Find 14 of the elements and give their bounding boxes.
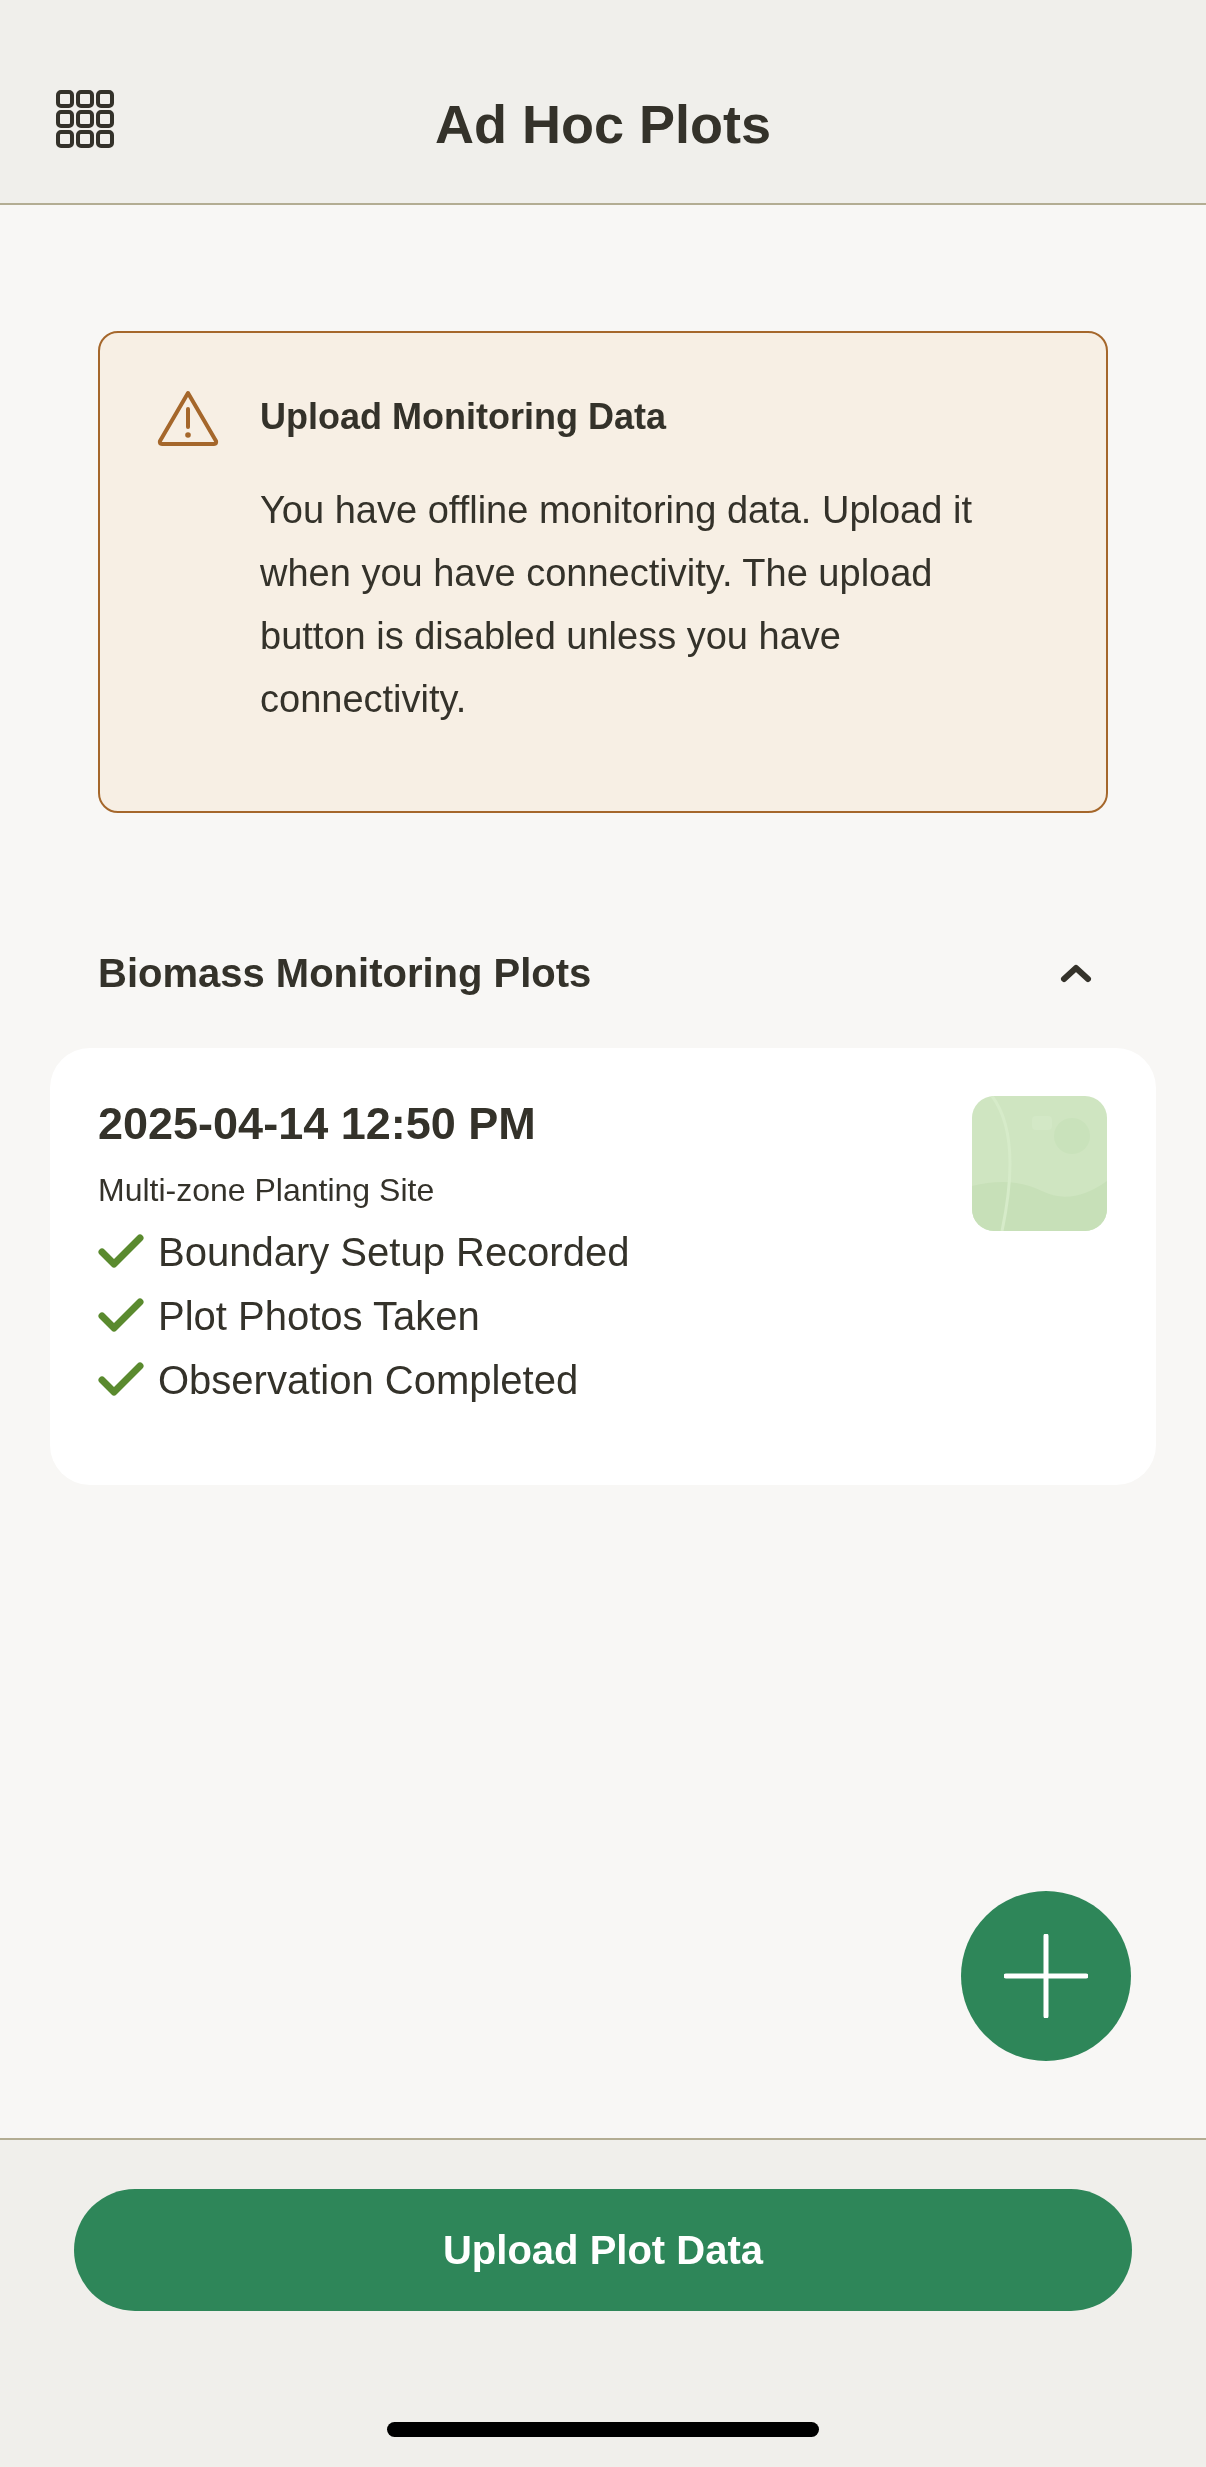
alert-message: You have offline monitoring data. Upload it when you have connectivity. The upload button is disabled unless you have connectivity. [260,488,973,722]
step-label: Boundary Setup Recorded [158,1229,630,1276]
plot-datetime: 2025-04-14 12:50 PM [98,1097,537,1151]
section-header[interactable]: Biomass Monitoring Plots [98,948,1108,998]
page-title: Ad Hoc Plots [435,97,771,151]
plot-site: Multi-zone Planting Site [98,1171,436,1210]
step-label: Plot Photos Taken [158,1293,480,1340]
grid-menu-icon[interactable] [56,90,114,148]
warning-icon [156,389,220,447]
alert-title: Upload Monitoring Data [260,395,668,439]
plot-card[interactable]: 2025-04-14 12:50 PM Multi-zone Planting Site Boundary Setup Recorded Plot Photos Taken Observation Completed [50,1048,1156,1485]
plus-icon [1004,1934,1088,2018]
upload-button[interactable]: Upload Plot Data [74,2189,1132,2311]
step-label: Observation Completed [158,1357,579,1404]
